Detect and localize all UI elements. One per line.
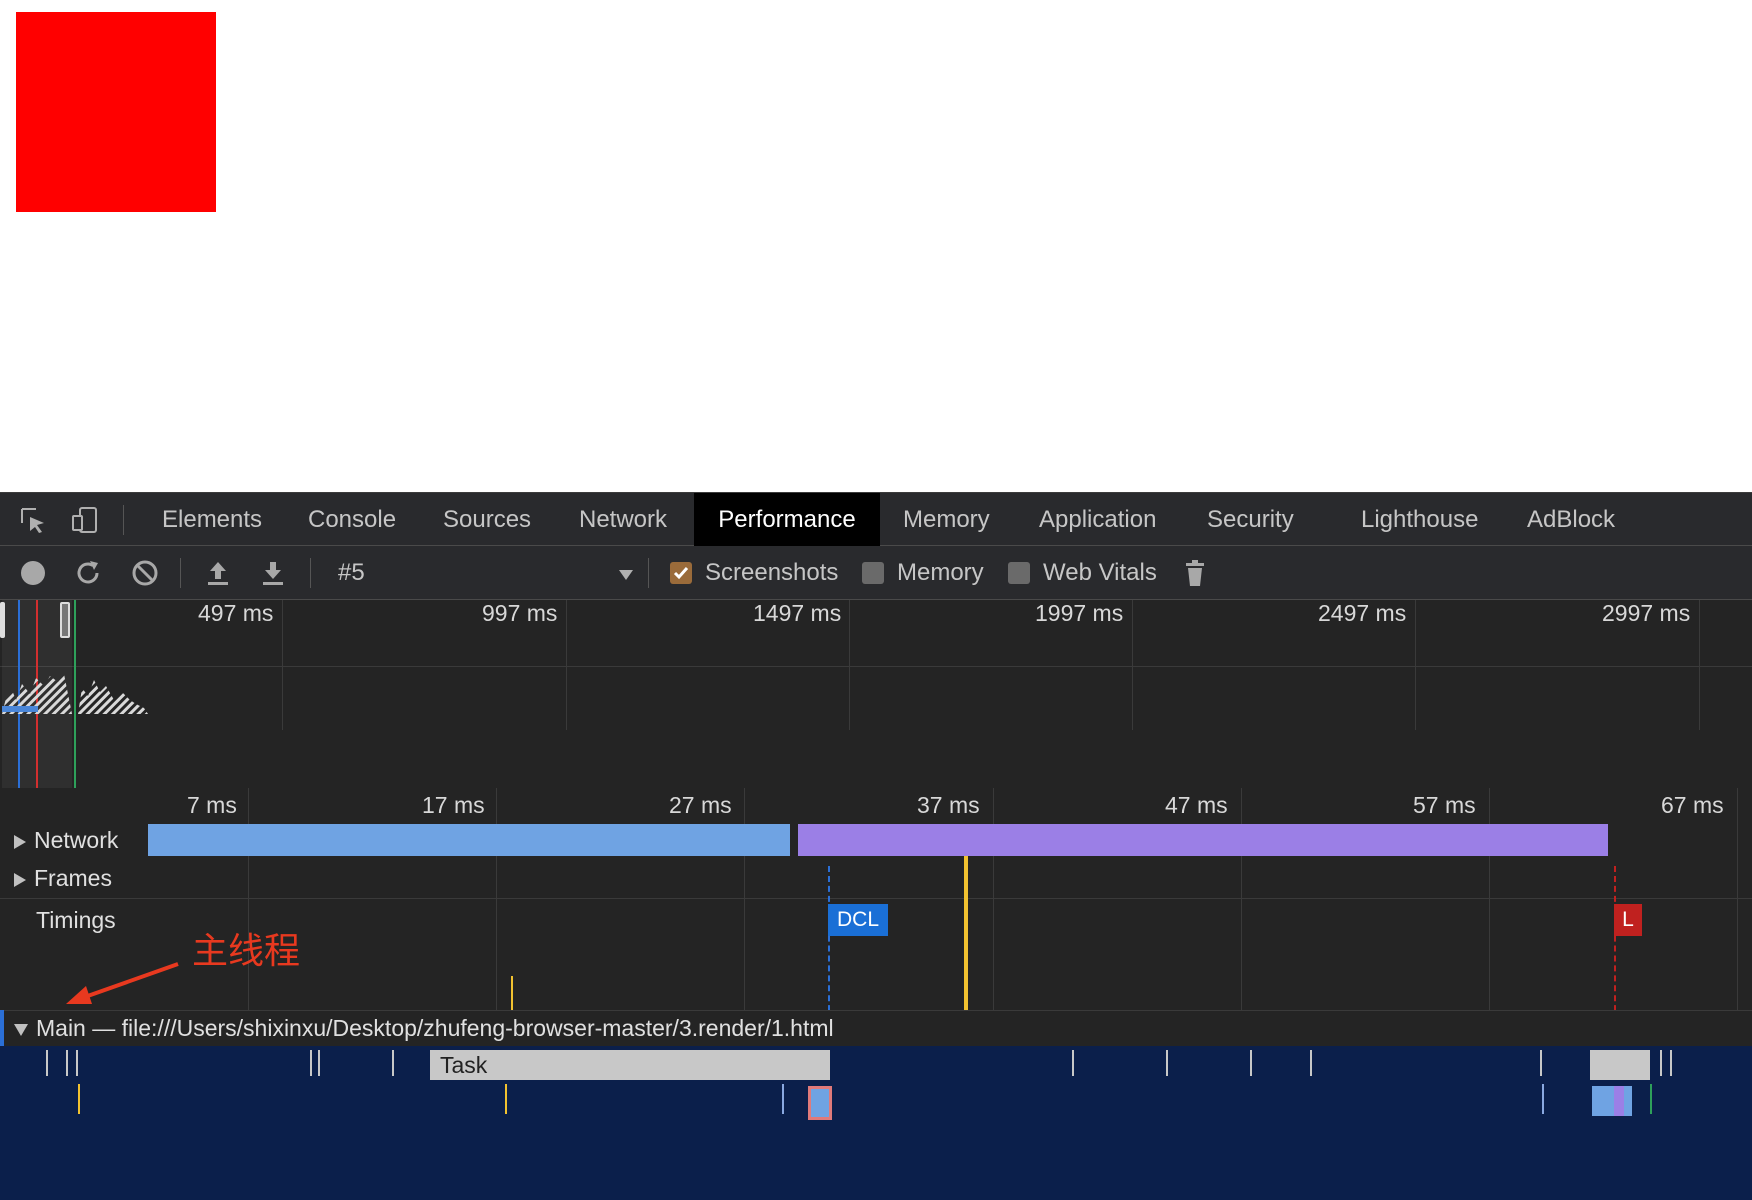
task-block[interactable] <box>1590 1050 1650 1080</box>
tab-network[interactable]: Network <box>561 493 685 546</box>
flame-tick: 17 ms <box>422 792 485 818</box>
track-timings-label: Timings <box>36 907 116 933</box>
download-icon[interactable] <box>258 558 288 588</box>
red-square <box>16 12 216 212</box>
record-icon[interactable] <box>18 558 48 588</box>
overview-tick: 497 ms <box>198 600 274 626</box>
timeline-overview[interactable]: 497 ms 997 ms 1497 ms 1997 ms 2497 ms 29… <box>0 600 1752 892</box>
track-timings[interactable]: Timings <box>0 902 116 938</box>
track-network-label: Network <box>34 827 119 853</box>
memory-label: Memory <box>897 559 984 586</box>
flame-tick: 67 ms <box>1661 792 1724 818</box>
tab-adblock[interactable]: AdBlock <box>1509 493 1633 546</box>
performance-toolbar: #5 Screenshots Memory Web Vitals <box>0 546 1752 600</box>
reload-icon[interactable] <box>73 558 103 588</box>
overview-tick: 2997 ms <box>1602 600 1691 626</box>
flame-tick: 47 ms <box>1165 792 1228 818</box>
track-main-label: Main — file:///Users/shixinxu/Desktop/zh… <box>36 1015 834 1041</box>
track-frames[interactable]: Frames <box>0 860 112 896</box>
flame-tick: 57 ms <box>1413 792 1476 818</box>
tab-separator <box>123 505 124 535</box>
toolbar-separator <box>310 558 311 588</box>
toolbar-separator <box>648 558 649 588</box>
chevron-down-icon[interactable] <box>619 570 633 580</box>
screenshots-checkbox[interactable] <box>670 562 692 584</box>
network-request-bar[interactable] <box>798 824 1608 856</box>
tab-elements[interactable]: Elements <box>144 493 280 546</box>
track-network[interactable]: Network <box>0 822 118 858</box>
load-marker[interactable]: L <box>1614 904 1642 936</box>
devtools-panel: Elements Console Sources Network Perform… <box>0 492 1752 1200</box>
tab-memory[interactable]: Memory <box>885 493 1008 546</box>
flame-tick: 37 ms <box>917 792 980 818</box>
checkmark-icon <box>673 567 689 580</box>
flame-tick: 27 ms <box>669 792 732 818</box>
overview-tick: 1997 ms <box>1035 600 1124 626</box>
network-request-bar[interactable] <box>148 824 790 856</box>
trash-icon[interactable] <box>1180 558 1210 588</box>
overview-tick: 997 ms <box>482 600 558 626</box>
clear-icon[interactable] <box>130 558 160 588</box>
annotation-arrow-icon <box>66 962 179 1004</box>
recording-select[interactable]: #5 <box>338 546 365 600</box>
overview-tick: 1497 ms <box>753 600 842 626</box>
track-frames-label: Frames <box>34 865 112 891</box>
task-block[interactable]: Task <box>430 1050 830 1080</box>
devtools-tab-bar: Elements Console Sources Network Perform… <box>0 492 1752 546</box>
collapse-arrow-icon[interactable] <box>14 1023 28 1036</box>
tab-application[interactable]: Application <box>1021 493 1174 546</box>
device-toolbar-icon[interactable] <box>70 505 100 535</box>
tab-console[interactable]: Console <box>290 493 414 546</box>
upload-icon[interactable] <box>203 558 233 588</box>
selected-event[interactable] <box>808 1086 832 1120</box>
main-thread-area[interactable] <box>0 1046 1752 1200</box>
selection-handle-right[interactable] <box>60 602 70 638</box>
expand-arrow-icon[interactable] <box>14 834 26 849</box>
annotation-main-thread: 主线程 <box>192 931 301 972</box>
dcl-marker[interactable]: DCL <box>828 904 888 936</box>
screenshots-label: Screenshots <box>705 559 839 586</box>
layout-event[interactable] <box>1614 1086 1624 1116</box>
tab-lighthouse[interactable]: Lighthouse <box>1343 493 1496 546</box>
inspect-element-icon[interactable] <box>18 505 48 535</box>
overview-tick: 2497 ms <box>1318 600 1407 626</box>
memory-checkbox[interactable] <box>862 562 884 584</box>
flame-tick: 7 ms <box>187 792 237 818</box>
web-vitals-label: Web Vitals <box>1043 559 1157 586</box>
tab-security[interactable]: Security <box>1189 493 1312 546</box>
script-event[interactable] <box>1592 1086 1632 1116</box>
selection-handle-left[interactable] <box>0 602 5 638</box>
network-overview-bar <box>2 706 38 712</box>
toolbar-separator <box>180 558 181 588</box>
track-main[interactable]: Main — file:///Users/shixinxu/Desktop/zh… <box>0 1010 834 1046</box>
tab-sources[interactable]: Sources <box>425 493 549 546</box>
web-vitals-checkbox[interactable] <box>1008 562 1030 584</box>
expand-arrow-icon[interactable] <box>14 872 26 887</box>
flame-chart[interactable]: 7 ms 17 ms 27 ms 37 ms 47 ms 57 ms 67 ms… <box>0 788 1752 1200</box>
tab-performance[interactable]: Performance <box>694 493 880 546</box>
